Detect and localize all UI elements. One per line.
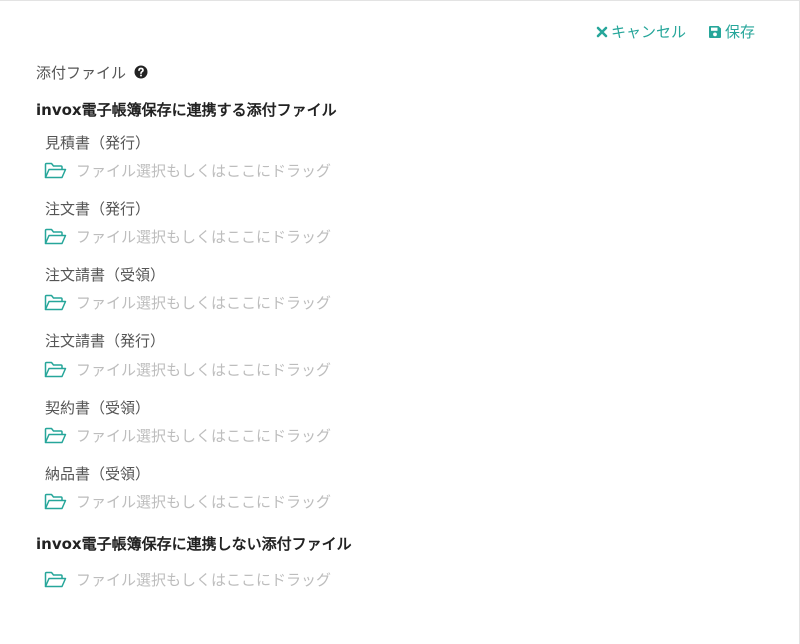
save-button-label: 保存 (724, 23, 755, 41)
attachment-type-label: 契約書（受領） (45, 399, 151, 417)
form-toolbar: キャンセル 保存 (596, 21, 755, 43)
attachment-type-label: 注文請書（受領） (45, 266, 166, 284)
file-dropzone[interactable]: ファイル選択もしくはここにドラッグ (44, 226, 331, 248)
linked-section-title: invox電子帳簿保存に連携する添付ファイル (36, 101, 337, 119)
folder-open-icon (44, 493, 67, 510)
attachment-field-label-text: 添付ファイル (36, 63, 127, 82)
floppy-disk-icon (708, 26, 721, 38)
dropzone-placeholder: ファイル選択もしくはここにドラッグ (76, 427, 332, 445)
dropzone-placeholder: ファイル選択もしくはここにドラッグ (76, 228, 332, 246)
unlinked-section-title: invox電子帳簿保存に連携しない添付ファイル (36, 535, 352, 553)
folder-open-icon (44, 427, 67, 444)
attachment-type-label: 見積書（発行） (45, 134, 151, 152)
folder-open-icon (44, 294, 67, 311)
file-dropzone[interactable]: ファイル選択もしくはここにドラッグ (44, 160, 331, 182)
attachment-field-label: 添付ファイル (36, 61, 148, 83)
dropzone-placeholder: ファイル選択もしくはここにドラッグ (76, 294, 332, 312)
dropzone-placeholder: ファイル選択もしくはここにドラッグ (76, 571, 332, 589)
dropzone-placeholder: ファイル選択もしくはここにドラッグ (76, 162, 332, 180)
question-circle-icon[interactable] (134, 65, 148, 79)
folder-open-icon (44, 361, 67, 378)
cancel-button-label: キャンセル (610, 23, 686, 41)
save-button[interactable]: 保存 (708, 21, 755, 43)
file-dropzone[interactable]: ファイル選択もしくはここにドラッグ (44, 491, 331, 513)
attachment-panel: キャンセル 保存 添付ファイル invox電子帳簿保存に連携する添付ファイル 見… (0, 0, 800, 644)
file-dropzone[interactable]: ファイル選択もしくはここにドラッグ (44, 359, 331, 381)
dropzone-placeholder: ファイル選択もしくはここにドラッグ (76, 493, 332, 511)
file-dropzone[interactable]: ファイル選択もしくはここにドラッグ (44, 292, 331, 314)
file-dropzone[interactable]: ファイル選択もしくはここにドラッグ (44, 425, 331, 447)
attachment-type-label: 注文請書（発行） (45, 332, 166, 350)
folder-open-icon (44, 162, 67, 179)
close-icon (596, 26, 608, 38)
attachment-type-label: 納品書（受領） (45, 465, 151, 483)
folder-open-icon (44, 571, 67, 588)
attachment-type-label: 注文書（発行） (45, 200, 151, 218)
folder-open-icon (44, 228, 67, 245)
file-dropzone-unlinked[interactable]: ファイル選択もしくはここにドラッグ (44, 569, 331, 591)
dropzone-placeholder: ファイル選択もしくはここにドラッグ (76, 361, 332, 379)
cancel-button[interactable]: キャンセル (596, 21, 686, 43)
